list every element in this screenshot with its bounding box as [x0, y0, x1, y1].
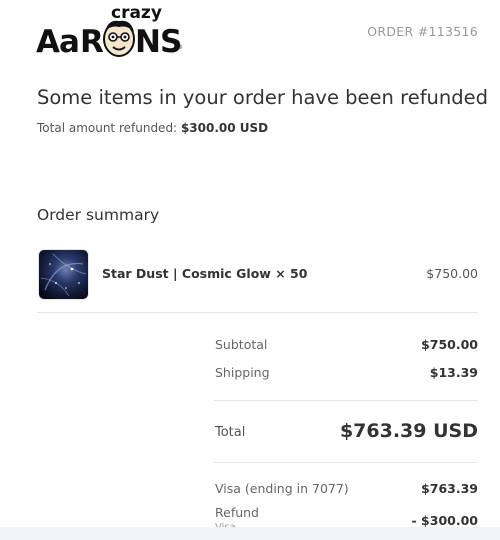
- subtotal-label: Subtotal: [215, 337, 268, 352]
- cosmic-putty-thumbnail-icon: [39, 250, 88, 299]
- payment-method-value: $763.39: [421, 481, 478, 496]
- bottom-band: [0, 527, 500, 540]
- shipping-label: Shipping: [215, 365, 270, 380]
- refunded-label: Total amount refunded:: [37, 121, 178, 135]
- svg-text:Aa: Aa: [36, 24, 79, 60]
- refunded-amount-line: Total amount refunded: $300.00 USD: [37, 121, 268, 135]
- divider: [214, 400, 478, 401]
- mascot-face-icon: [103, 20, 135, 57]
- divider: [214, 462, 478, 463]
- page-title: Some items in your order have been refun…: [37, 86, 489, 109]
- product-thumbnail: [38, 249, 89, 300]
- refund-value: - $300.00: [411, 513, 478, 528]
- refund-label: Refund: [215, 505, 259, 520]
- line-item-price: $750.00: [426, 266, 478, 281]
- total-value: $763.39 USD: [339, 420, 478, 442]
- refund-email: crazy Aa R NS ® ORDER #113516 Some items…: [0, 0, 500, 540]
- line-item-title[interactable]: Star Dust | Cosmic Glow × 50: [102, 266, 307, 281]
- svg-text:NS: NS: [135, 24, 181, 60]
- order-number: ORDER #113516: [367, 24, 478, 39]
- order-summary-title: Order summary: [37, 206, 160, 224]
- crazy-aarons-logo[interactable]: crazy Aa R NS ®: [36, 2, 184, 60]
- svg-text:R: R: [80, 24, 104, 60]
- total-label: Total: [215, 425, 246, 440]
- svg-text:crazy: crazy: [111, 3, 162, 23]
- shipping-value: $13.39: [429, 365, 478, 380]
- subtotal-value: $750.00: [421, 337, 478, 352]
- divider: [37, 312, 478, 313]
- svg-text:®: ®: [177, 44, 183, 51]
- payment-method-label: Visa (ending in 7077): [215, 481, 349, 496]
- refunded-amount: $300.00 USD: [180, 121, 269, 135]
